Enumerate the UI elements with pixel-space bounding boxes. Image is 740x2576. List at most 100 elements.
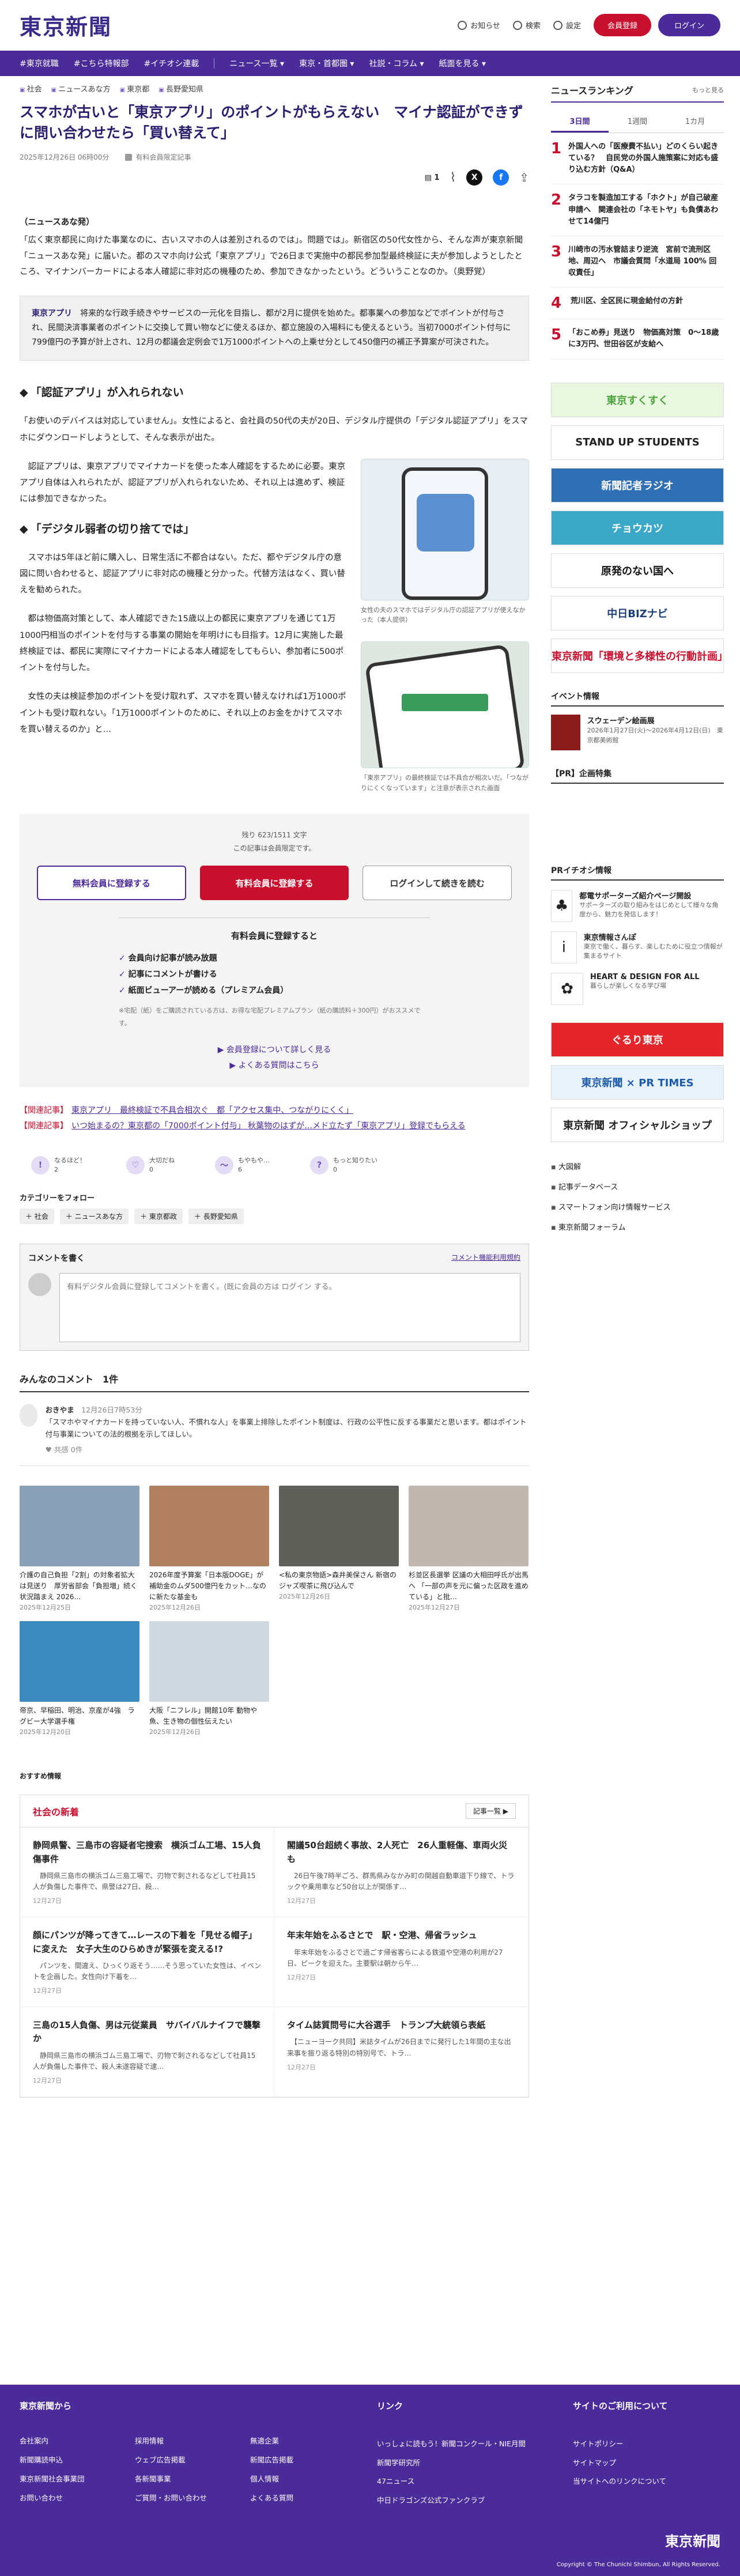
nav-item[interactable]: #東京就職 <box>20 58 59 69</box>
reaction-motto[interactable]: ? もっと知りたい 0 <box>310 1155 377 1174</box>
clip-icon[interactable]: ⌇ <box>450 171 456 185</box>
tag-link[interactable]: 社会 <box>20 83 42 94</box>
footer-link[interactable]: よくある質問 <box>250 2492 365 2503</box>
nav-item[interactable]: #イチオシ連載 <box>144 58 199 69</box>
pr-special-heading[interactable]: 【PR】企画特集 <box>551 768 724 784</box>
sidebar-banner[interactable]: 新聞記者ラジオ <box>551 467 724 503</box>
register-button[interactable]: 会員登録 <box>593 14 651 36</box>
sidebar-banner[interactable]: チョウカツ <box>551 510 724 545</box>
nav-item[interactable]: 東京・首都圏 ▾ <box>299 58 354 69</box>
settings-link[interactable]: 設定 <box>553 20 581 31</box>
footer-logo[interactable]: 東京新聞 <box>665 2530 720 2550</box>
ranking-item[interactable]: 3 川崎市の汚水管詰まり逆流 宮前で流刑区地、周辺へ 市議会質問「水道局 100%… <box>551 236 724 288</box>
tag-link[interactable]: ニュースあな方 <box>51 83 110 94</box>
photo-card[interactable]: 介護の自己負担「2割」の対象者拡大は見送り 厚労省部会「負担増」続く状況踏まえ … <box>20 1485 139 1612</box>
ranking-item[interactable]: 4 荒川区、全区民に現金給付の方針 <box>551 288 724 320</box>
photo-card[interactable]: 大阪「ニフレル」開館10年 動物や魚、生き物の個性伝えたい 2025年12月26日 <box>149 1621 269 1736</box>
photo-phone-app[interactable] <box>361 458 529 600</box>
photo-app-screen[interactable] <box>361 641 529 768</box>
footer-link[interactable]: 当サイトへのリンクについて <box>573 2472 668 2491</box>
ranking-item[interactable]: 1 外国人への「医療費不払い」どのくらい起きている？ 自民党の外国人施策案に対応も… <box>551 133 724 185</box>
photo-card[interactable]: 2026年度予算案「日本版DOGE」が補助金のムダ500億円をカット…なのに新た… <box>149 1485 269 1612</box>
notify-link[interactable]: お知らせ <box>458 20 500 31</box>
social-news-item[interactable]: 静岡県警、三島市の容疑者宅捜索 横浜ゴム工場、15人負傷事件 静岡県三島市の横浜… <box>20 1827 274 1918</box>
paid-register-button[interactable]: 有料会員に登録する <box>199 866 349 901</box>
event-item[interactable]: スウェーデン絵画展 2026年1月27日(火)～2026年4月12日(日) 東京都… <box>551 714 724 750</box>
sidebar-banner[interactable]: STAND UP STUDENTS <box>551 425 724 460</box>
related-link[interactable]: 東京アプリ 最終検証で不具合相次ぐ 都「アクセス集中、つながりにくく」 <box>71 1106 353 1115</box>
sidebar-link[interactable]: 記事データベース <box>551 1177 724 1198</box>
sidebar-link[interactable]: 東京新聞フォーラム <box>551 1218 724 1238</box>
login-continue-button[interactable]: ログインして続きを読む <box>363 866 512 901</box>
ranking-item[interactable]: 2 タラコを製造加工する「ホクト」が自己破産申請へ 関連会社の「ネモトヤ」も負債あ… <box>551 184 724 236</box>
footer-link[interactable]: いっしょに読もう！新聞コンクール・NIE月間 <box>377 2435 538 2454</box>
ranking-more-link[interactable]: もっと見る <box>692 85 724 95</box>
social-news-item[interactable]: 年末年始をふるさとで 駅・空港、帰省ラッシュ 年末年始をふるさとで過ごす帰省客ら… <box>274 1917 528 2008</box>
related-link[interactable]: いつ始まるの？東京都の「7000ポイント付与」 秋葉物のはずが…メド立たず「東京… <box>71 1121 466 1131</box>
sidebar-banner[interactable]: 東京新聞 × PR TIMES <box>551 1064 724 1100</box>
photo-card[interactable]: 杉並区長選挙 区議の大相田呼氏が出馬へ 「一部の声を元に偏った区政を進めている」… <box>409 1485 528 1612</box>
sidebar-link[interactable]: スマートフォン向け情報サービス <box>551 1198 724 1218</box>
comment-like[interactable]: ♥ 共感 0件 <box>46 1444 529 1456</box>
login-button[interactable]: ログイン <box>658 14 720 36</box>
reaction-moyamoya[interactable]: ～ もやもや… 6 <box>215 1155 270 1174</box>
sidebar-link[interactable]: 大図解 <box>551 1157 724 1177</box>
footer-link[interactable]: 会社案内 <box>20 2435 135 2446</box>
facebook-share-icon[interactable]: f <box>493 169 509 186</box>
search-link[interactable]: 検索 <box>512 20 541 31</box>
footer-link[interactable]: 各新聞事業 <box>135 2473 250 2484</box>
photo-card[interactable]: <私の東京物語>森井美保さん 新宿のジャズ喫茶に飛び込んで 2025年12月26日 <box>279 1485 399 1612</box>
comment-rules-link[interactable]: コメント機能利用規約 <box>451 1252 520 1264</box>
footer-link[interactable]: 個人情報 <box>250 2473 365 2484</box>
pr-item[interactable]: ✿ HEART & DESIGN FOR ALL 暮らしが楽しくなる学び場 <box>551 972 724 1005</box>
tab-3days[interactable]: 3日間 <box>551 111 609 133</box>
footer-link[interactable]: ご質問・お問い合わせ <box>135 2492 250 2503</box>
tab-1month[interactable]: 1カ月 <box>666 111 724 133</box>
sidebar-banner[interactable]: 東京新聞 オフィシャルショップ <box>551 1107 724 1142</box>
x-share-icon[interactable]: X <box>466 169 483 186</box>
footer-link[interactable]: 無適企業 <box>250 2435 365 2446</box>
category-chip[interactable]: ＋ 長野愛知県 <box>188 1208 244 1224</box>
footer-link[interactable]: サイトマップ <box>573 2454 668 2473</box>
sidebar-banner[interactable]: ぐるり東京 <box>551 1022 724 1057</box>
reaction-taisetsu[interactable]: ♡ 大切だね 0 <box>126 1155 175 1174</box>
comment-user[interactable]: おきやま <box>46 1406 74 1414</box>
category-chip[interactable]: ＋ 東京都政 <box>134 1208 183 1224</box>
pr-item[interactable]: i 東京情報さんぽ 東京で働く、暮らす、楽しむために役立つ情報が集まるサイト <box>551 931 724 964</box>
comment-input[interactable]: 有料デジタル会員に登録してコメントを書く。(既に会員の方は ログイン する。 <box>59 1272 520 1342</box>
tab-1week[interactable]: 1週間 <box>609 111 666 133</box>
footer-link[interactable]: 47ニュース <box>377 2472 538 2491</box>
social-news-item[interactable]: タイム誌質問号に大谷選手 トランプ大統領ら表紙 【ニューヨーク共同】米誌タイムが… <box>274 2007 528 2098</box>
social-news-item[interactable]: 顔にパンツが降ってきて…レースの下着を「見せる帽子」に変えた 女子大生のひらめき… <box>20 1917 274 2008</box>
tag-link[interactable]: 東京都 <box>120 83 149 94</box>
social-news-item[interactable]: 三島の15人負傷、男は元従業員 サバイバルナイフで襲撃か 静岡県三島市の横浜ゴム… <box>20 2007 274 2098</box>
social-news-item[interactable]: 閣議50台超続く事故、2人死亡 26人重軽傷、車両火災も 26日午後7時半ごろ、… <box>274 1827 528 1918</box>
sidebar-banner[interactable]: 東京すくすく <box>551 382 724 417</box>
footer-link[interactable]: 中日ドラゴンズ公式ファンクラブ <box>377 2491 538 2510</box>
nav-item[interactable]: #こちら特報部 <box>74 58 129 69</box>
footer-link[interactable]: ウェブ広告掲載 <box>135 2454 250 2465</box>
footer-link[interactable]: 採用情報 <box>135 2435 250 2446</box>
pr-item[interactable]: ♣ 都電サポーターズ紹介ページ開設 サポーターズの取り組みをはじめとして様々な角度か… <box>551 889 724 922</box>
footer-link[interactable]: 新聞広告掲載 <box>250 2454 365 2465</box>
footer-link[interactable]: お問い合わせ <box>20 2492 135 2503</box>
footer-link[interactable]: 新聞購読申込 <box>20 2454 135 2465</box>
faq-link[interactable]: ▶ よくある質問はこちら <box>37 1058 512 1074</box>
sidebar-banner[interactable]: 東京新聞「環境と多様性の行動計画」 <box>551 638 728 673</box>
footer-link[interactable]: サイトポリシー <box>573 2435 668 2454</box>
reaction-naruhodo[interactable]: ! なるほど！ 2 <box>31 1155 86 1174</box>
nav-item[interactable]: ニュース一覧 ▾ <box>229 58 284 69</box>
free-register-button[interactable]: 無料会員に登録する <box>37 866 186 901</box>
footer-link[interactable]: 東京新聞社会事業団 <box>20 2473 135 2484</box>
more-articles-link[interactable]: 記事一覧 ▶ <box>465 1803 516 1819</box>
nav-item[interactable]: 社説・コラム ▾ <box>369 58 424 69</box>
category-chip[interactable]: ＋ 社会 <box>20 1208 54 1224</box>
site-logo[interactable]: 東京新聞 <box>20 9 112 41</box>
sidebar-banner[interactable]: 原発のない国へ <box>551 553 724 588</box>
member-info-link[interactable]: ▶ 会員登録について詳しく見る <box>37 1043 512 1058</box>
footer-link[interactable]: 新聞学研究所 <box>377 2454 538 2473</box>
comment-count[interactable]: ▤ 1 <box>425 173 440 182</box>
category-chip[interactable]: ＋ ニュースあな方 <box>59 1208 129 1224</box>
share-icon[interactable]: ⇪ <box>519 171 529 184</box>
photo-card[interactable]: 帝京、早稲田、明治、京産が4強 ラグビー大学選手権 2025年12月20日 <box>20 1621 139 1736</box>
